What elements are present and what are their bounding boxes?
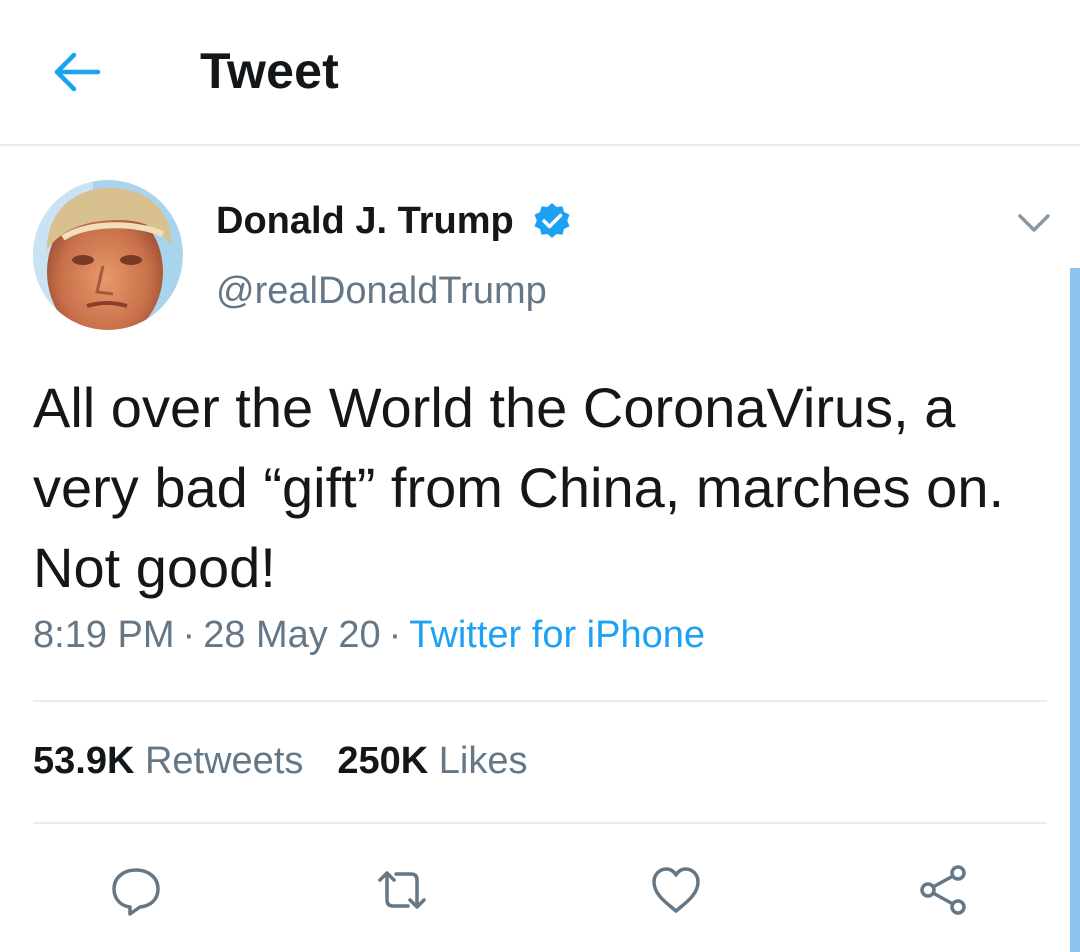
reply-icon xyxy=(112,868,160,916)
likes-stat[interactable]: 250K Likes xyxy=(337,740,527,782)
heart-icon xyxy=(652,867,700,913)
likes-label: Likes xyxy=(438,740,528,782)
retweets-stat[interactable]: 53.9K Retweets xyxy=(33,740,303,782)
reply-button[interactable] xyxy=(106,860,166,920)
profile-photo xyxy=(33,180,183,330)
retweets-count: 53.9K xyxy=(33,740,135,782)
likes-count: 250K xyxy=(337,740,429,782)
chevron-down-icon xyxy=(1018,214,1050,232)
tweet-stats: 53.9K Retweets 250K Likes xyxy=(33,740,528,783)
scrollbar[interactable] xyxy=(1070,268,1080,952)
like-button[interactable] xyxy=(646,860,706,920)
page-title: Tweet xyxy=(200,43,339,99)
tweet-meta: 8:19 PM · 28 May 20 · Twitter for iPhone xyxy=(33,614,705,657)
avatar[interactable] xyxy=(33,180,183,330)
retweets-label: Retweets xyxy=(144,740,304,782)
tweet-menu-button[interactable] xyxy=(1012,203,1056,243)
meta-separator: · xyxy=(388,614,402,656)
author-handle[interactable]: @realDonaldTrump xyxy=(216,270,547,313)
tweet-text: All over the World the CoronaVirus, a ve… xyxy=(33,376,1005,599)
author-name[interactable]: Donald J. Trump xyxy=(216,200,514,243)
retweet-icon xyxy=(378,871,426,909)
back-button[interactable] xyxy=(50,48,102,96)
tweet-time: 8:19 PM xyxy=(33,614,175,656)
divider xyxy=(33,822,1047,824)
tweet-source-link[interactable]: Twitter for iPhone xyxy=(409,614,705,656)
meta-separator: · xyxy=(182,614,196,656)
divider xyxy=(33,700,1047,702)
share-button[interactable] xyxy=(914,860,974,920)
share-icon xyxy=(920,865,966,915)
verified-badge-icon xyxy=(532,201,572,241)
arrow-left-icon xyxy=(54,52,101,92)
top-app-bar: Tweet xyxy=(0,0,1080,146)
tweet-date: 28 May 20 xyxy=(203,614,381,656)
retweet-button[interactable] xyxy=(372,860,432,920)
tweet-detail-screen: Tweet Donald J. Trump @realDonaldTrump A… xyxy=(0,0,1080,952)
